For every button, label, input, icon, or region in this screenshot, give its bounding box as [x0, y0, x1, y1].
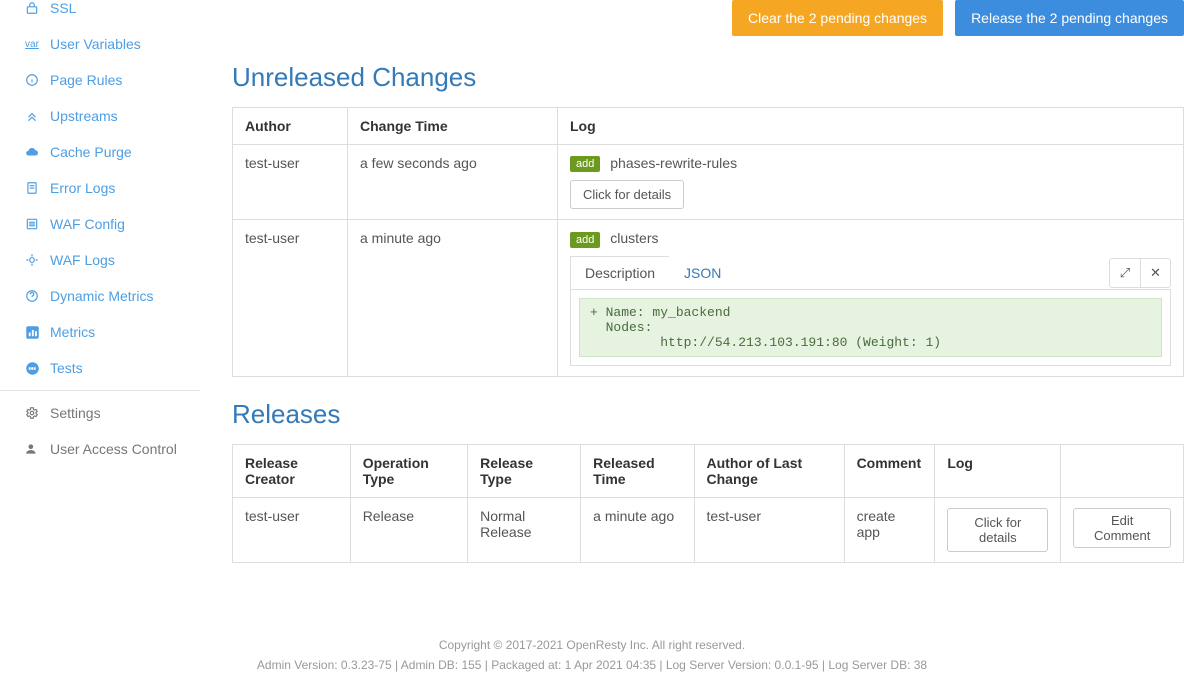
sidebar: SSL var User Variables Page Rules Upstre… [0, 0, 200, 605]
sidebar-item-label: User Access Control [50, 441, 177, 457]
clear-changes-button[interactable]: Clear the 2 pending changes [732, 0, 943, 36]
document-icon [22, 181, 42, 195]
col-actions [1061, 444, 1184, 497]
sidebar-item-label: Dynamic Metrics [50, 288, 153, 304]
sidebar-item-waf-logs[interactable]: WAF Logs [0, 242, 200, 278]
sidebar-item-page-rules[interactable]: Page Rules [0, 62, 200, 98]
col-log: Log [935, 444, 1061, 497]
sidebar-item-ssl[interactable]: SSL [0, 0, 200, 26]
col-op-type: Operation Type [350, 444, 467, 497]
bar-chart-icon [22, 325, 42, 340]
sidebar-item-tests[interactable]: Tests [0, 350, 200, 386]
test-icon [22, 361, 42, 376]
sidebar-item-metrics[interactable]: Metrics [0, 314, 200, 350]
release-comment: create app [844, 497, 935, 562]
sidebar-item-label: Cache Purge [50, 144, 132, 160]
sidebar-item-label: Error Logs [50, 180, 115, 196]
expand-icon[interactable]: ⤢ [1110, 259, 1140, 287]
question-icon [22, 289, 42, 303]
sidebar-item-label: User Variables [50, 36, 141, 52]
cloud-icon [22, 145, 42, 159]
codebox-container: + Name: my_backend Nodes: http://54.213.… [570, 289, 1171, 366]
releases-title: Releases [232, 399, 1184, 430]
col-last-author: Author of Last Change [694, 444, 844, 497]
detail-tab-icons: ⤢ ✕ [1109, 258, 1171, 288]
sidebar-item-label: Page Rules [50, 72, 122, 88]
change-log-cell: add clusters Description JSON ⤢ ✕ [558, 220, 1184, 376]
diff-codebox: + Name: my_backend Nodes: http://54.213.… [579, 298, 1162, 357]
col-comment: Comment [844, 444, 935, 497]
var-icon: var [22, 39, 42, 50]
sidebar-item-waf-config[interactable]: WAF Config [0, 206, 200, 242]
footer: Copyright © 2017-2021 OpenResty Inc. All… [0, 635, 1184, 685]
details-button[interactable]: Click for details [570, 180, 684, 209]
unreleased-title: Unreleased Changes [232, 62, 1184, 93]
sidebar-item-label: Metrics [50, 324, 95, 340]
change-author: test-user [233, 220, 348, 376]
close-icon[interactable]: ✕ [1140, 259, 1170, 287]
information-icon [22, 73, 42, 87]
footer-versions: Admin Version: 0.3.23-75 | Admin DB: 155… [20, 655, 1164, 675]
user-icon [22, 442, 42, 456]
col-log: Log [558, 108, 1184, 145]
release-op-type: Release [350, 497, 467, 562]
list-icon [22, 217, 42, 231]
indicator-icon [22, 253, 42, 267]
release-rel-type: Normal Release [468, 497, 581, 562]
tab-description[interactable]: Description [570, 256, 670, 290]
release-row: test-user Release Normal Release a minut… [233, 497, 1184, 562]
change-row: test-user a few seconds ago add phases-r… [233, 145, 1184, 220]
sidebar-item-label: WAF Config [50, 216, 125, 232]
sidebar-item-user-access[interactable]: User Access Control [0, 431, 200, 467]
add-badge: add [570, 156, 600, 172]
release-creator: test-user [233, 497, 351, 562]
change-author: test-user [233, 145, 348, 220]
col-creator: Release Creator [233, 444, 351, 497]
sidebar-item-error-logs[interactable]: Error Logs [0, 170, 200, 206]
sidebar-item-user-variables[interactable]: var User Variables [0, 26, 200, 62]
sidebar-item-label: SSL [50, 0, 76, 16]
action-bar: Clear the 2 pending changes Release the … [232, 0, 1184, 54]
release-changes-button[interactable]: Release the 2 pending changes [955, 0, 1184, 36]
change-time: a few seconds ago [348, 145, 558, 220]
sidebar-item-settings[interactable]: Settings [0, 395, 200, 431]
col-time: Change Time [348, 108, 558, 145]
sidebar-item-label: Settings [50, 405, 101, 421]
footer-copyright: Copyright © 2017-2021 OpenResty Inc. All… [20, 635, 1164, 655]
sidebar-item-label: WAF Logs [50, 252, 115, 268]
col-rel-type: Release Type [468, 444, 581, 497]
release-rel-time: a minute ago [581, 497, 694, 562]
main-content: Clear the 2 pending changes Release the … [200, 0, 1184, 605]
add-badge: add [570, 232, 600, 248]
tab-json[interactable]: JSON [669, 256, 736, 290]
change-time: a minute ago [348, 220, 558, 376]
sidebar-item-label: Tests [50, 360, 83, 376]
upstreams-icon [22, 109, 42, 123]
sidebar-item-cache-purge[interactable]: Cache Purge [0, 134, 200, 170]
log-target: phases-rewrite-rules [610, 155, 737, 171]
sidebar-item-dynamic-metrics[interactable]: Dynamic Metrics [0, 278, 200, 314]
gear-icon [22, 406, 42, 420]
release-actions: Edit Comment [1061, 497, 1184, 562]
release-last-author: test-user [694, 497, 844, 562]
edit-comment-button[interactable]: Edit Comment [1073, 508, 1171, 548]
col-author: Author [233, 108, 348, 145]
releases-table: Release Creator Operation Type Release T… [232, 444, 1184, 563]
sidebar-item-upstreams[interactable]: Upstreams [0, 98, 200, 134]
change-log-cell: add phases-rewrite-rules Click for detai… [558, 145, 1184, 220]
sidebar-item-label: Upstreams [50, 108, 118, 124]
detail-tabs: Description JSON ⤢ ✕ [570, 256, 1171, 290]
release-details-button[interactable]: Click for details [947, 508, 1048, 552]
log-target: clusters [610, 230, 658, 246]
change-row: test-user a minute ago add clusters Desc… [233, 220, 1184, 376]
col-rel-time: Released Time [581, 444, 694, 497]
lock-icon [22, 1, 42, 15]
unreleased-table: Author Change Time Log test-user a few s… [232, 107, 1184, 377]
sidebar-divider [0, 390, 200, 391]
release-log: Click for details [935, 497, 1061, 562]
